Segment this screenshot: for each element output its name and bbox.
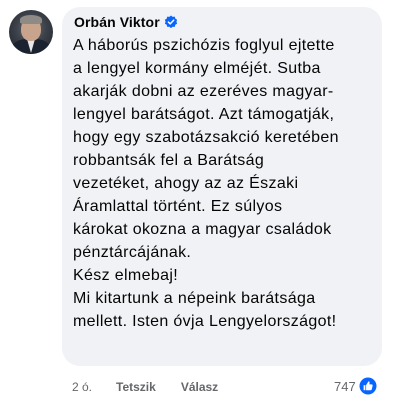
comment-line: Kész elmebaj! — [73, 267, 179, 284]
comment-actions: 2 ó. Tetszik Válasz — [72, 378, 218, 396]
comment-thread: Orbán Viktor A háborús pszichózis foglyu… — [0, 0, 400, 412]
comment-line: vezetéket, ahogy az az Északi — [73, 175, 299, 192]
avatar[interactable] — [9, 10, 53, 54]
comment-line: robbantsák fel a Barátság — [73, 152, 265, 169]
author-name[interactable]: Orbán Viktor — [74, 14, 160, 30]
reaction-summary[interactable]: 747 — [334, 376, 377, 396]
avatar-hair — [20, 15, 42, 24]
comment-text: A háborús pszichózis foglyul ejtette a l… — [73, 34, 378, 333]
comment-bubble: Orbán Viktor A háborús pszichózis foglyu… — [62, 7, 382, 366]
verified-badge-icon — [164, 15, 178, 29]
comment-line: akarják dobni az ezeréves magyar- — [73, 83, 334, 100]
comment-line: A háborús pszichózis foglyul ejtette — [73, 37, 335, 54]
timestamp-link[interactable]: 2 ó. — [72, 380, 92, 394]
like-button[interactable]: Tetszik — [116, 380, 156, 394]
comment-line: a lengyel kormány elméjét. Sutba — [73, 60, 321, 77]
comment-line: mellett. Isten óvja Lengyelországot! — [73, 313, 337, 330]
comment-line: pénztárcájának. — [73, 244, 192, 261]
comment-line: lengyel barátságot. Azt támogatják, — [73, 106, 335, 123]
reply-button[interactable]: Válasz — [181, 380, 218, 394]
reaction-count: 747 — [334, 378, 356, 394]
like-reaction-icon — [359, 377, 377, 395]
author-row: Orbán Viktor — [74, 13, 178, 31]
comment-line: Mi kitartunk a népeink barátsága — [73, 290, 316, 307]
comment-line: hogy egy szabotázsakció keretében — [73, 129, 339, 146]
comment-line: Áramlattal történt. Ez súlyos — [73, 198, 283, 215]
comment-line: károkat okozna a magyar családok — [73, 221, 332, 238]
